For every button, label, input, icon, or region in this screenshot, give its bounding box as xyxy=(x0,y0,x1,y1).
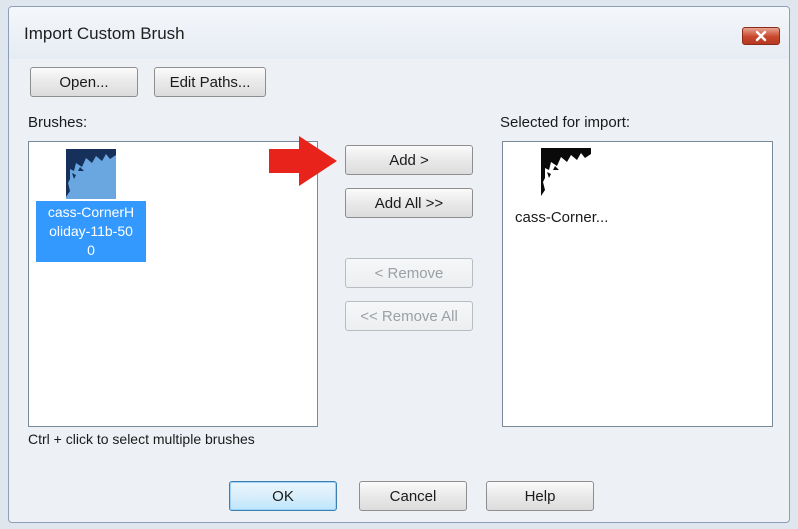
selected-for-import-list[interactable]: cass-Corner... xyxy=(502,141,773,427)
import-custom-brush-dialog: Import Custom Brush Open... Edit Paths..… xyxy=(8,6,790,523)
brush-name-line: cass-CornerH xyxy=(47,204,135,220)
brush-thumbnail xyxy=(541,148,591,198)
remove-all-button[interactable]: << Remove All xyxy=(345,301,473,331)
open-button[interactable]: Open... xyxy=(30,67,138,97)
close-x-icon xyxy=(755,30,767,42)
brush-thumbnail xyxy=(66,149,116,199)
list-item[interactable]: cass-Corner... xyxy=(509,148,629,238)
list-item[interactable]: cass-CornerH oliday-11b-50 0 xyxy=(36,149,146,262)
brush-name-line: 0 xyxy=(87,242,95,258)
help-button[interactable]: Help xyxy=(486,481,594,511)
add-all-button[interactable]: Add All >> xyxy=(345,188,473,218)
title-bar: Import Custom Brush xyxy=(9,7,789,59)
edit-paths-button[interactable]: Edit Paths... xyxy=(154,67,266,97)
close-button[interactable] xyxy=(742,27,780,45)
selected-for-import-label: Selected for import: xyxy=(500,114,631,131)
brushes-label: Brushes: xyxy=(28,114,88,131)
dialog-title: Import Custom Brush xyxy=(24,24,185,43)
add-button[interactable]: Add > xyxy=(345,145,473,175)
red-arrow-icon xyxy=(269,136,337,186)
brush-name: cass-Corner... xyxy=(515,209,609,226)
ok-button[interactable]: OK xyxy=(229,481,337,511)
cancel-button[interactable]: Cancel xyxy=(359,481,467,511)
multi-select-hint: Ctrl + click to select multiple brushes xyxy=(28,431,255,447)
brush-name-selected: cass-CornerH oliday-11b-50 0 xyxy=(36,201,146,262)
remove-button[interactable]: < Remove xyxy=(345,258,473,288)
brush-name-line: oliday-11b-50 xyxy=(49,223,133,239)
